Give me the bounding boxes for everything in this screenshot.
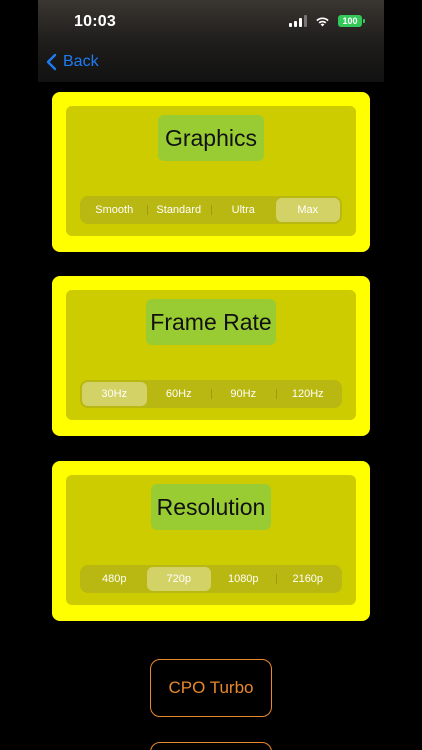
frame-rate-option-30hz[interactable]: 30Hz	[82, 382, 147, 406]
resolution-option-1080p[interactable]: 1080p	[211, 567, 276, 591]
graphics-segmented-control: Smooth Standard Ultra Max	[80, 196, 342, 224]
resolution-segmented-control: 480p 720p 1080p 2160p	[80, 565, 342, 593]
cpo-turbo-button[interactable]: CPO Turbo	[150, 659, 272, 717]
graphics-card: Graphics Smooth Standard Ultra Max	[52, 92, 370, 252]
resolution-panel: Resolution 480p 720p 1080p 2160p	[66, 475, 356, 605]
chevron-left-icon	[46, 53, 57, 71]
resolution-title: Resolution	[151, 484, 271, 530]
frame-rate-panel: Frame Rate 30Hz 60Hz 90Hz 120Hz	[66, 290, 356, 420]
graphics-panel: Graphics Smooth Standard Ultra Max	[66, 106, 356, 236]
graphics-option-max[interactable]: Max	[275, 198, 340, 222]
resolution-card: Resolution 480p 720p 1080p 2160p	[52, 461, 370, 621]
resolution-option-2160p[interactable]: 2160p	[275, 567, 341, 591]
back-label: Back	[63, 53, 99, 70]
graphics-option-standard[interactable]: Standard	[146, 198, 212, 222]
wifi-icon	[316, 16, 329, 26]
frame-rate-title: Frame Rate	[146, 299, 276, 345]
frame-rate-card: Frame Rate 30Hz 60Hz 90Hz 120Hz	[52, 276, 370, 436]
resolution-option-480p[interactable]: 480p	[82, 567, 147, 591]
graphics-option-ultra[interactable]: Ultra	[211, 198, 276, 222]
resolution-option-720p[interactable]: 720p	[146, 567, 211, 591]
status-icons: 100	[289, 15, 365, 27]
back-button[interactable]: Back	[46, 50, 99, 74]
status-time: 10:03	[74, 13, 116, 30]
phone-screen: 10:03 100 Back Graphics Smooth Standard …	[38, 0, 384, 750]
partial-button[interactable]	[150, 742, 272, 750]
frame-rate-option-90hz[interactable]: 90Hz	[211, 382, 276, 406]
frame-rate-segmented-control: 30Hz 60Hz 90Hz 120Hz	[80, 380, 342, 408]
cellular-signal-icon	[289, 15, 307, 27]
top-bar: 10:03 100 Back	[38, 0, 384, 82]
battery-icon: 100	[338, 15, 365, 27]
graphics-title: Graphics	[158, 115, 264, 161]
frame-rate-option-120hz[interactable]: 120Hz	[275, 382, 341, 406]
graphics-option-smooth[interactable]: Smooth	[82, 198, 147, 222]
frame-rate-option-60hz[interactable]: 60Hz	[147, 382, 212, 406]
